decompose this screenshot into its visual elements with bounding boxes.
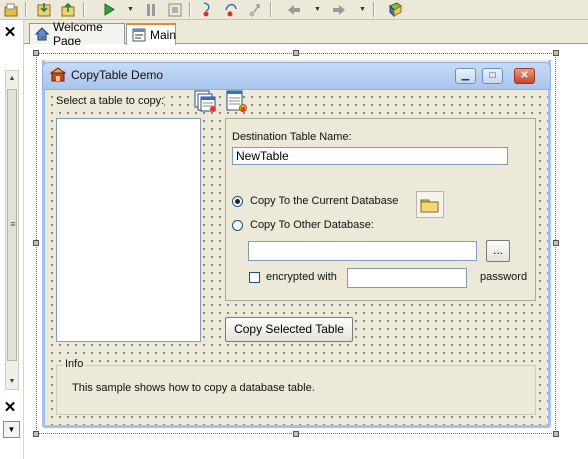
resize-handle[interactable]	[553, 50, 559, 56]
tab-label: Main	[150, 28, 177, 42]
document-tab-bar: Welcome Page Main	[24, 20, 588, 48]
grip-icon: ≡	[10, 219, 16, 229]
step-into-icon[interactable]	[198, 1, 216, 18]
table-info-icon[interactable]	[223, 88, 249, 113]
copy-selected-table-button[interactable]: Copy Selected Table	[225, 317, 353, 342]
maximize-button[interactable]: □	[482, 68, 503, 84]
resize-handle[interactable]	[33, 431, 39, 437]
resize-handle[interactable]	[553, 240, 559, 246]
back-icon[interactable]	[285, 1, 303, 18]
run-icon[interactable]	[100, 1, 118, 18]
pause-icon[interactable]	[142, 1, 160, 18]
forward-icon[interactable]	[330, 1, 348, 18]
info-group-title: Info	[63, 358, 86, 370]
destination-table-input[interactable]: NewTable	[232, 147, 508, 165]
open-icon[interactable]	[3, 1, 21, 18]
main-toolbar: ▼ ▼ ▼	[0, 0, 588, 20]
radio-other-database[interactable]	[232, 220, 243, 231]
save-icon[interactable]	[35, 1, 53, 18]
tab-main[interactable]: Main	[126, 23, 176, 45]
open-folder-button[interactable]	[416, 191, 444, 218]
resize-handle[interactable]	[33, 240, 39, 246]
tab-welcome-page[interactable]: Welcome Page	[29, 20, 125, 48]
home-icon	[34, 27, 50, 41]
browse-button[interactable]: ...	[486, 240, 510, 262]
destination-label: Destination Table Name:	[232, 131, 352, 143]
toolbar-separator	[373, 2, 375, 17]
back-dropdown-icon[interactable]: ▼	[313, 1, 322, 18]
toolbar-separator	[25, 2, 27, 17]
toolbar-separator	[270, 2, 272, 17]
open-folder-icon[interactable]	[59, 1, 77, 18]
tables-icon[interactable]	[192, 88, 218, 113]
window-close-button[interactable]: ✕	[514, 68, 535, 84]
resize-handle[interactable]	[553, 431, 559, 437]
vertical-scrollbar[interactable]: ▲ ≡ ▼	[5, 70, 19, 390]
other-database-input[interactable]	[248, 241, 477, 261]
resize-handle[interactable]	[33, 50, 39, 56]
toolbar-separator	[83, 2, 85, 17]
panel-dropdown-button[interactable]: ▼	[3, 421, 20, 438]
scrollbar-thumb[interactable]: ≡	[7, 89, 17, 361]
forward-dropdown-icon[interactable]: ▼	[358, 1, 367, 18]
radio-current-label: Copy To the Current Database	[250, 195, 399, 207]
info-text: This sample shows how to copy a database…	[72, 382, 315, 394]
encrypted-checkbox[interactable]	[249, 272, 260, 283]
tables-listbox[interactable]	[56, 118, 201, 342]
password-input[interactable]	[347, 268, 467, 288]
run-dropdown-icon[interactable]: ▼	[126, 1, 135, 18]
radio-other-label: Copy To Other Database:	[250, 219, 374, 231]
radio-current-database[interactable]	[232, 196, 243, 207]
tab-label: Welcome Page	[53, 20, 103, 48]
scroll-down-icon[interactable]: ▼	[6, 376, 18, 388]
stop-icon[interactable]	[166, 1, 184, 18]
toolbar-separator	[189, 2, 191, 17]
book-icon[interactable]	[386, 1, 404, 18]
left-tool-strip: ✕ ▲ ≡ ▼ ✕ ▼	[0, 20, 24, 459]
app-icon	[49, 67, 67, 83]
minimize-button[interactable]: ▁	[455, 68, 476, 84]
scroll-up-icon[interactable]: ▲	[6, 73, 18, 85]
encrypted-label: encrypted with	[266, 271, 337, 283]
resize-handle[interactable]	[293, 431, 299, 437]
close-icon[interactable]: ✕	[2, 25, 18, 41]
close-panel-icon[interactable]: ✕	[2, 400, 18, 416]
select-table-label: Select a table to copy:	[56, 95, 165, 107]
form-title: CopyTable Demo	[71, 68, 164, 82]
step-out-icon[interactable]	[246, 1, 264, 18]
resize-handle[interactable]	[293, 50, 299, 56]
password-label: password	[480, 271, 528, 283]
form-icon	[132, 28, 146, 42]
step-over-icon[interactable]	[222, 1, 240, 18]
